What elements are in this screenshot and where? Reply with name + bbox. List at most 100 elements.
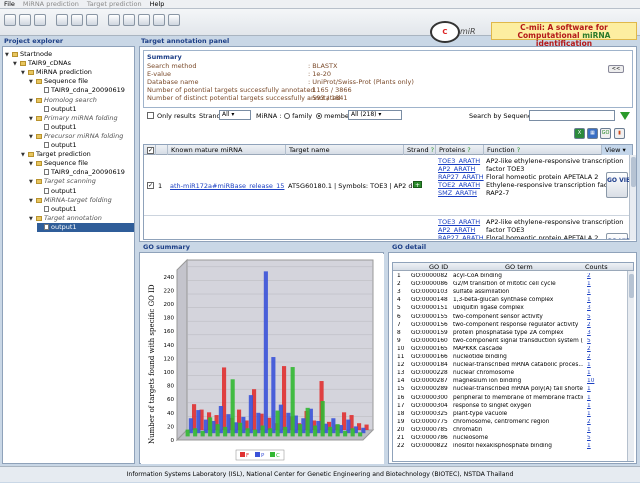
sequence-search-input[interactable] <box>529 110 615 121</box>
go-count[interactable]: 1 <box>587 362 607 369</box>
member-select[interactable]: All (218) ▾ <box>348 110 402 120</box>
only-results-checkbox[interactable] <box>147 112 154 119</box>
go-count[interactable]: 2 <box>587 354 607 361</box>
function-help-icon[interactable]: ? <box>517 146 520 154</box>
expand-arrow-icon[interactable]: ▼ <box>5 51 12 60</box>
go-count[interactable]: 5 <box>587 435 607 442</box>
member-radio[interactable] <box>316 113 322 119</box>
tree-node[interactable]: output1 <box>37 123 77 132</box>
header-known-mature-mirna[interactable]: Known mature miRNA <box>168 145 286 155</box>
go-counts-header[interactable]: Counts <box>585 263 608 271</box>
go-count[interactable]: 5 <box>587 314 607 321</box>
expand-arrow-icon[interactable]: ▼ <box>29 178 36 187</box>
tree-node[interactable]: output1 <box>37 105 77 114</box>
go-detail-row[interactable]: 20 GO:0000785 chromatin 1 <box>393 427 633 434</box>
go-count[interactable]: 1 <box>587 403 607 410</box>
menu-file[interactable]: File <box>4 0 15 8</box>
go-term-header[interactable]: GO term <box>505 263 533 271</box>
header-strand[interactable]: Strand ? <box>404 145 436 155</box>
go-detail-scrollbar[interactable] <box>627 271 634 461</box>
proteins-help-icon[interactable]: ? <box>467 146 470 154</box>
tree-node[interactable]: ▼ Target annotation <box>29 214 102 223</box>
go-summary-icon[interactable]: GO <box>600 128 611 139</box>
go-detail-row[interactable]: 1 GO:0000082 acyl-CoA binding 2 <box>393 273 633 280</box>
bar-chart-icon[interactable]: ▮ <box>614 128 625 139</box>
go-count[interactable]: 1 <box>587 297 607 304</box>
expand-arrow-icon[interactable]: ▼ <box>29 197 36 206</box>
row-checkbox[interactable] <box>147 182 154 189</box>
go-count[interactable]: 2 <box>587 419 607 426</box>
strand-select[interactable]: All ▾ <box>219 110 251 120</box>
tree-node[interactable]: ▼ MiRNA-target folding <box>29 196 112 205</box>
header-target-name[interactable]: Target name <box>286 145 404 155</box>
expand-arrow-icon[interactable]: ▼ <box>29 78 36 87</box>
go-detail-row[interactable]: 14 GO:0000287 magnesium ion binding 10 <box>393 378 633 385</box>
tree-node[interactable]: ▼ Sequence file <box>29 77 88 86</box>
mirna-link[interactable]: ath-miR172a#miRBase_release_15 <box>170 182 284 190</box>
go-count[interactable]: 1 <box>587 443 607 450</box>
protein-link[interactable]: RAP27_ARATH <box>438 173 484 181</box>
export-icon[interactable] <box>168 14 180 26</box>
go-count[interactable]: 1 <box>587 395 607 402</box>
protein-link[interactable]: AP2_ARATH <box>438 226 475 234</box>
homolog-search-icon[interactable] <box>71 14 83 26</box>
go-detail-scroll-thumb[interactable] <box>629 274 634 298</box>
table-row[interactable]: 2ath-miR172b#miRBase_release_15AT5G60180… <box>144 217 632 239</box>
go-count[interactable]: 2 <box>587 322 607 329</box>
go-detail-row[interactable]: 5 GO:0000151 ubiquitin ligase complex 3 <box>393 305 633 312</box>
strand-help-icon[interactable]: ? <box>431 146 434 154</box>
tree-node[interactable]: output1 <box>37 141 77 150</box>
expand-arrow-icon[interactable]: ▼ <box>13 60 20 69</box>
folding-icon[interactable] <box>86 14 98 26</box>
header-proteins[interactable]: Proteins ? <box>436 145 484 155</box>
family-radio[interactable] <box>284 113 290 119</box>
annotation-icon[interactable] <box>153 14 165 26</box>
go-detail-row[interactable]: 12 GO:0000184 nuclear-transcribed mRNA cat… <box>393 362 633 369</box>
expand-arrow-icon[interactable]: ▼ <box>29 133 36 142</box>
go-view-button[interactable]: GO VIEW <box>606 172 632 198</box>
go-detail-row[interactable]: 15 GO:0000289 nuclear-transcribed mRNA pol… <box>393 386 633 393</box>
go-detail-row[interactable]: 10 GO:0000165 MAPKKK cascade 2 <box>393 346 633 353</box>
annotation-table-scroll-thumb[interactable] <box>631 157 636 187</box>
protein-link[interactable]: TOE3_ARATH <box>438 218 480 226</box>
select-all-checkbox[interactable] <box>147 147 154 154</box>
protein-link[interactable]: AP2_ARATH <box>438 165 475 173</box>
go-detail-row[interactable]: 11 GO:0000166 nucleotide binding 2 <box>393 354 633 361</box>
open-project-icon[interactable] <box>4 14 16 26</box>
go-detail-row[interactable]: 16 GO:0000300 peripheral to membrane of me… <box>393 395 633 402</box>
save-excel-icon[interactable]: X <box>574 128 585 139</box>
go-count[interactable]: 10 <box>587 378 607 385</box>
tree-node[interactable]: ▼ Target scanning <box>29 177 96 186</box>
go-count[interactable]: 1 <box>587 427 607 434</box>
go-detail-row[interactable]: 3 GO:0000103 sulfate assimilation 1 <box>393 289 633 296</box>
tree-node[interactable]: TAIR9_cdna_20090619 <box>37 168 125 177</box>
expand-plus-icon[interactable]: + <box>413 181 422 189</box>
target-fold-icon[interactable] <box>138 14 150 26</box>
menu-target-prediction[interactable]: Target prediction <box>87 0 142 8</box>
table-row[interactable]: 1 ath-miR172a#miRBase_release_15 AT5G60180… <box>144 156 632 216</box>
tree-node[interactable]: ▼ TAIR9_cDNAs <box>13 59 71 68</box>
go-detail-row[interactable]: 4 GO:0000148 1,3-beta-glucan synthase comp… <box>393 297 633 304</box>
go-detail-row[interactable]: 13 GO:0000228 nuclear chromosome 1 <box>393 370 633 377</box>
go-detail-row[interactable]: 18 GO:0000325 plant-type vacuole 1 <box>393 411 633 418</box>
go-id-header[interactable]: GO ID <box>429 263 448 271</box>
tree-node[interactable]: TAIR9_cdna_20090619 <box>37 86 125 95</box>
tree-node[interactable]: output1 <box>37 205 77 214</box>
go-detail-row[interactable]: 6 GO:0000155 two-component sensor activity… <box>393 314 633 321</box>
member-radio-wrap[interactable]: member <box>316 112 352 120</box>
family-radio-wrap[interactable]: family <box>284 112 312 120</box>
header-view[interactable]: View ▾ <box>602 145 632 155</box>
go-view-button[interactable]: GO VIEW <box>606 233 632 239</box>
go-detail-row[interactable]: 22 GO:0000822 inositol hexakisphosphate bi… <box>393 443 633 450</box>
annotation-table-scrollbar[interactable] <box>629 155 636 240</box>
go-detail-row[interactable]: 19 GO:0000775 chromosome, centromeric regi… <box>393 419 633 426</box>
protein-link[interactable]: RAP27_ARATH <box>438 234 484 239</box>
go-count[interactable]: 5 <box>587 338 607 345</box>
new-project-icon[interactable] <box>19 14 31 26</box>
tree-node[interactable]: ▼ Precursor miRNA folding <box>29 132 123 141</box>
go-count[interactable]: 1 <box>587 281 607 288</box>
expand-arrow-icon[interactable]: ▼ <box>29 97 36 106</box>
expand-arrow-icon[interactable]: ▼ <box>21 151 28 160</box>
tree-node[interactable]: output1 <box>37 187 77 196</box>
target-scan-icon[interactable] <box>123 14 135 26</box>
